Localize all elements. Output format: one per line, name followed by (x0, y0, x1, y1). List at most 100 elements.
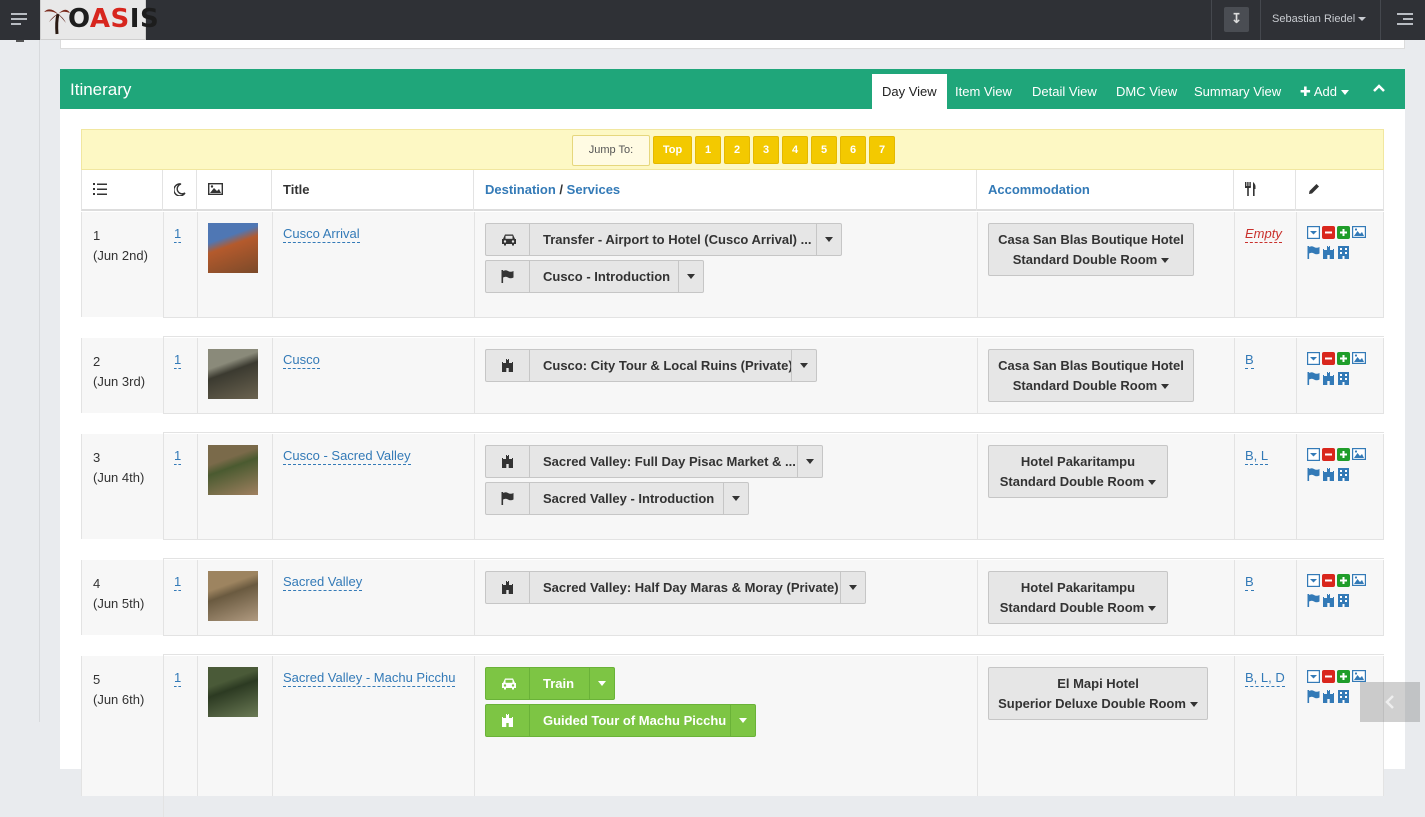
nights-link[interactable]: 1 (174, 670, 182, 687)
ordered-list-icon[interactable] (93, 183, 107, 196)
building-icon[interactable] (1338, 468, 1351, 481)
jump-day-1-button[interactable]: 1 (695, 136, 721, 164)
sidebar-toggle-icon[interactable] (11, 13, 27, 27)
collapse-down-icon[interactable] (1307, 352, 1321, 366)
castle-icon[interactable] (1322, 594, 1335, 607)
flag-icon[interactable] (1307, 246, 1320, 259)
meals-link[interactable]: B, L, D (1245, 670, 1285, 687)
remove-icon[interactable] (1322, 574, 1335, 587)
sort-toggle-button[interactable]: ↧ (1224, 7, 1249, 32)
add-icon[interactable] (1337, 448, 1350, 461)
accommodation-button[interactable]: Hotel Pakaritampu Standard Double Room (988, 571, 1168, 624)
moon-icon[interactable] (174, 183, 186, 196)
jump-top-button[interactable]: Top (653, 136, 692, 164)
day-thumbnail[interactable] (208, 667, 258, 717)
flag-icon[interactable] (1307, 594, 1320, 607)
building-icon[interactable] (1338, 246, 1351, 259)
flag-icon[interactable] (1307, 690, 1320, 703)
service-button[interactable]: Cusco: City Tour & Local Ruins (Private) (485, 349, 817, 382)
castle-icon[interactable] (1322, 372, 1335, 385)
meals-link[interactable]: B, L (1245, 448, 1269, 465)
image-icon[interactable] (1352, 574, 1367, 587)
collapse-chevron-icon[interactable] (1372, 81, 1386, 95)
collapse-down-icon[interactable] (1307, 448, 1321, 462)
remove-icon[interactable] (1322, 448, 1335, 461)
accommodation-button[interactable]: Casa San Blas Boutique Hotel Standard Dou… (988, 223, 1194, 276)
service-button[interactable]: Transfer - Airport to Hotel (Cusco Arriv… (485, 223, 842, 256)
tab-item-view[interactable]: Item View (955, 74, 1012, 109)
jump-day-3-button[interactable]: 3 (753, 136, 779, 164)
service-dropdown-toggle[interactable] (589, 668, 614, 699)
service-button[interactable]: Guided Tour of Machu Picchu (485, 704, 756, 737)
day-title-link[interactable]: Cusco Arrival (283, 226, 360, 243)
building-icon[interactable] (1338, 594, 1351, 607)
service-dropdown-toggle[interactable] (791, 350, 816, 381)
service-button[interactable]: Train (485, 667, 615, 700)
column-accommodation[interactable]: Accommodation (988, 170, 1090, 209)
scroll-left-button[interactable] (1360, 682, 1420, 722)
castle-icon[interactable] (1322, 246, 1335, 259)
service-dropdown-toggle[interactable] (678, 261, 703, 292)
remove-icon[interactable] (1322, 226, 1335, 239)
meals-link[interactable]: B (1245, 574, 1254, 591)
service-dropdown-toggle[interactable] (840, 572, 865, 603)
day-thumbnail[interactable] (208, 349, 258, 399)
building-icon[interactable] (1338, 690, 1351, 703)
remove-icon[interactable] (1322, 670, 1335, 683)
flag-icon[interactable] (1307, 468, 1320, 481)
service-button[interactable]: Sacred Valley - Introduction (485, 482, 749, 515)
accommodation-button[interactable]: El Mapi Hotel Superior Deluxe Double Room (988, 667, 1208, 720)
meals-link[interactable]: Empty (1245, 226, 1282, 243)
collapse-down-icon[interactable] (1307, 670, 1321, 684)
add-icon[interactable] (1337, 670, 1350, 683)
column-destination-services[interactable]: Destination / Services (485, 170, 620, 209)
accommodation-button[interactable]: Casa San Blas Boutique Hotel Standard Dou… (988, 349, 1194, 402)
collapse-down-icon[interactable] (1307, 226, 1321, 240)
image-icon[interactable] (1352, 226, 1367, 239)
meals-link[interactable]: B (1245, 352, 1254, 369)
day-title-link[interactable]: Cusco (283, 352, 320, 369)
services-sort-link[interactable]: Services (567, 182, 621, 197)
add-icon[interactable] (1337, 226, 1350, 239)
jump-day-5-button[interactable]: 5 (811, 136, 837, 164)
add-icon[interactable] (1337, 574, 1350, 587)
nights-link[interactable]: 1 (174, 448, 182, 465)
remove-icon[interactable] (1322, 352, 1335, 365)
day-thumbnail[interactable] (208, 571, 258, 621)
nights-link[interactable]: 1 (174, 352, 182, 369)
service-button[interactable]: Sacred Valley: Full Day Pisac Market & .… (485, 445, 823, 478)
service-dropdown-toggle[interactable] (723, 483, 748, 514)
building-icon[interactable] (1338, 372, 1351, 385)
tab-day-view[interactable]: Day View (872, 74, 947, 109)
service-button[interactable]: Sacred Valley: Half Day Maras & Moray (P… (485, 571, 866, 604)
castle-icon[interactable] (1322, 690, 1335, 703)
service-dropdown-toggle[interactable] (816, 224, 841, 255)
tab-detail-view[interactable]: Detail View (1032, 74, 1097, 109)
jump-day-6-button[interactable]: 6 (840, 136, 866, 164)
service-dropdown-toggle[interactable] (797, 446, 822, 477)
image-icon[interactable] (1352, 352, 1367, 365)
service-button[interactable]: Cusco - Introduction (485, 260, 704, 293)
add-icon[interactable] (1337, 352, 1350, 365)
nights-link[interactable]: 1 (174, 226, 182, 243)
tab-summary-view[interactable]: Summary View (1194, 74, 1281, 109)
destination-sort-link[interactable]: Destination (485, 182, 556, 197)
castle-icon[interactable] (1322, 468, 1335, 481)
tab-dmc-view[interactable]: DMC View (1116, 74, 1177, 109)
jump-day-7-button[interactable]: 7 (869, 136, 895, 164)
collapse-down-icon[interactable] (1307, 574, 1321, 588)
day-title-link[interactable]: Sacred Valley (283, 574, 363, 591)
jump-day-4-button[interactable]: 4 (782, 136, 808, 164)
app-logo[interactable]: OASIS (40, 0, 159, 40)
accommodation-button[interactable]: Hotel Pakaritampu Standard Double Room (988, 445, 1168, 498)
service-dropdown-toggle[interactable] (730, 705, 755, 736)
add-dropdown-button[interactable]: ✚ Add (1300, 74, 1349, 109)
nights-link[interactable]: 1 (174, 574, 182, 591)
jump-day-2-button[interactable]: 2 (724, 136, 750, 164)
day-title-link[interactable]: Cusco - Sacred Valley (283, 448, 411, 465)
right-menu-icon[interactable] (1397, 13, 1413, 27)
flag-icon[interactable] (1307, 372, 1320, 385)
user-menu[interactable]: Sebastian Riedel (1272, 13, 1367, 25)
day-thumbnail[interactable] (208, 223, 258, 273)
day-thumbnail[interactable] (208, 445, 258, 495)
